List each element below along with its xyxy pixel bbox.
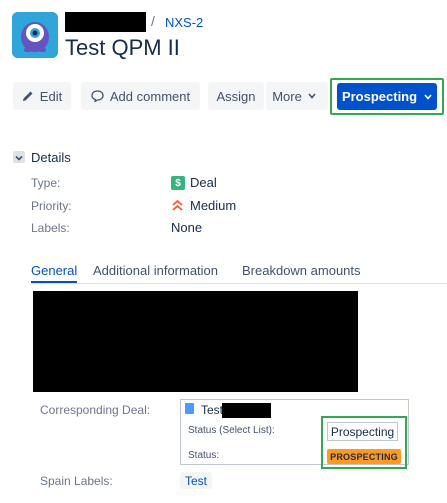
edit-button-label: Edit <box>39 88 63 104</box>
spain-label-chip[interactable]: Test <box>180 472 213 489</box>
type-label: Type: <box>31 176 61 190</box>
status-badge: PROSPECTING <box>327 449 401 464</box>
redacted-project-name <box>65 12 146 32</box>
type-value: Deal <box>190 175 217 190</box>
chevron-down-icon <box>424 93 432 100</box>
assign-button[interactable]: Assign <box>208 82 264 110</box>
redacted-deal-name <box>222 403 271 418</box>
dollar-icon: $ <box>171 176 185 190</box>
more-button-label: More <box>272 88 302 104</box>
edit-button[interactable]: Edit <box>13 82 71 110</box>
status-transition-label: Prospecting <box>341 89 418 104</box>
chevron-down-icon <box>15 155 23 161</box>
priority-label: Priority: <box>31 199 72 213</box>
double-chevron-up-icon <box>172 199 183 211</box>
status-select-list-label: Status (Select List): <box>188 425 275 436</box>
status-label: Status: <box>188 450 220 461</box>
add-comment-button-label: Add comment <box>109 88 191 104</box>
labels-value: None <box>171 220 203 235</box>
document-icon <box>185 403 194 414</box>
details-toggle[interactable] <box>13 151 25 163</box>
status-transition-button[interactable]: Prospecting <box>337 83 437 110</box>
spain-labels-label: Spain Labels: <box>40 474 113 488</box>
status-select-value: Prospecting <box>327 422 398 441</box>
details-section-title: Details <box>31 150 71 165</box>
tabs-divider <box>31 283 447 284</box>
pencil-icon <box>22 91 33 101</box>
corresponding-deal-label: Corresponding Deal: <box>40 403 151 417</box>
labels-label: Labels: <box>31 221 70 235</box>
issue-key-link[interactable]: NXS-2 <box>165 15 203 30</box>
more-button[interactable]: More <box>266 82 328 110</box>
tab-general[interactable]: General <box>31 263 77 278</box>
priority-value: Medium <box>190 198 237 213</box>
comment-icon <box>91 90 104 102</box>
project-logo-icon <box>12 12 58 58</box>
page-title: Test QPM II <box>65 35 180 60</box>
status-button-highlight: Prospecting <box>330 78 444 115</box>
redacted-content-block <box>33 291 358 392</box>
tab-additional-information[interactable]: Additional information <box>93 263 218 278</box>
chevron-down-icon <box>308 93 316 99</box>
project-avatar[interactable] <box>12 12 58 58</box>
add-comment-button[interactable]: Add comment <box>81 82 200 110</box>
deal-name-link[interactable]: Test <box>201 403 223 417</box>
tab-breakdown-amounts[interactable]: Breakdown amounts <box>242 263 361 278</box>
breadcrumb-separator: / <box>151 13 155 29</box>
assign-button-label: Assign <box>216 88 256 104</box>
